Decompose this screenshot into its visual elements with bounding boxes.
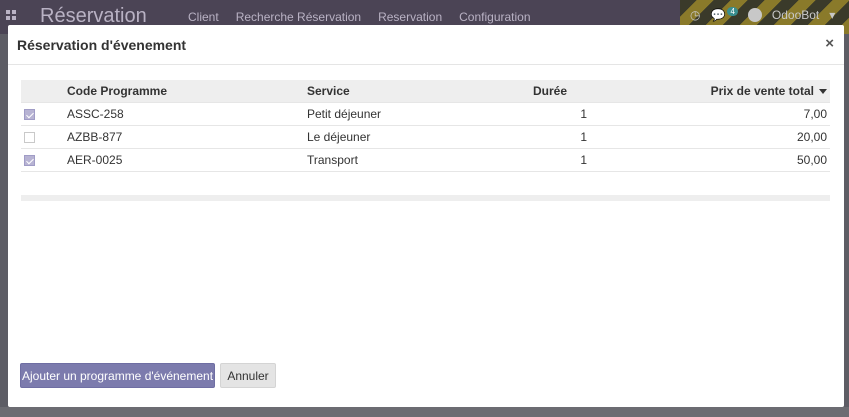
table-row[interactable]: ASSC-258 Petit déjeuner 1 7,00 <box>21 101 830 125</box>
column-header-service[interactable]: Service <box>307 80 527 102</box>
cell-service: Transport <box>307 147 527 172</box>
row-checkbox[interactable] <box>24 108 35 120</box>
select-all-header <box>21 80 67 102</box>
cancel-button[interactable]: Annuler <box>220 363 276 388</box>
row-select-cell <box>21 101 67 125</box>
table-row[interactable]: AZBB-877 Le déjeuner 1 20,00 <box>21 124 830 148</box>
chat-icon[interactable]: 💬 <box>710 8 725 22</box>
cell-service: Le déjeuner <box>307 124 527 148</box>
activity-icon[interactable]: ◷ <box>690 8 700 22</box>
row-checkbox[interactable] <box>24 154 35 166</box>
programme-table: Code Programme Service Durée Prix de ven… <box>21 80 830 172</box>
cell-duree: 1 <box>527 147 587 172</box>
row-checkbox[interactable] <box>24 131 35 143</box>
close-icon[interactable]: × <box>825 35 834 52</box>
cell-prix: 50,00 <box>587 147 830 172</box>
menu-item-client[interactable]: Client <box>188 10 219 24</box>
cell-code: ASSC-258 <box>67 101 307 125</box>
add-programme-button[interactable]: Ajouter un programme d'événement <box>20 363 215 388</box>
dialog-header: Réservation d'évenement × <box>8 25 844 65</box>
cell-code: AER-0025 <box>67 147 307 172</box>
avatar[interactable] <box>747 8 762 22</box>
menu-item-reservation[interactable]: Reservation <box>378 10 442 24</box>
cell-service: Petit déjeuner <box>307 101 527 125</box>
cell-code: AZBB-877 <box>67 124 307 148</box>
row-select-cell <box>21 124 67 148</box>
cell-duree: 1 <box>527 124 587 148</box>
table-footer <box>21 195 830 201</box>
table-header-row: Code Programme Service Durée Prix de ven… <box>21 80 830 102</box>
apps-grid-icon[interactable] <box>6 10 18 22</box>
chevron-down-icon[interactable]: ▾ <box>829 8 835 22</box>
sort-desc-icon <box>819 89 827 95</box>
menu-item-recherche-reservation[interactable]: Recherche Réservation <box>236 10 361 24</box>
cell-duree: 1 <box>527 101 587 125</box>
table-row[interactable]: AER-0025 Transport 1 50,00 <box>21 147 830 172</box>
dialog-title: Réservation d'évenement <box>17 37 187 53</box>
column-header-prix[interactable]: Prix de vente total <box>587 80 830 102</box>
background-content <box>0 407 849 417</box>
column-header-prix-label: Prix de vente total <box>710 83 814 98</box>
menu-item-configuration[interactable]: Configuration <box>459 10 530 24</box>
top-menu: Client Recherche Réservation Reservation… <box>188 10 531 24</box>
row-select-cell <box>21 147 67 172</box>
chat-counter-badge: 4 <box>727 6 738 16</box>
column-header-code[interactable]: Code Programme <box>67 80 307 102</box>
column-header-duree[interactable]: Durée <box>527 80 587 102</box>
cell-prix: 20,00 <box>587 124 830 148</box>
user-name[interactable]: OdooBot <box>772 8 819 22</box>
cell-prix: 7,00 <box>587 101 830 125</box>
reservation-dialog: Réservation d'évenement × Code Programme… <box>8 25 844 407</box>
systray: ◷ 💬 4 OdooBot ▾ <box>690 6 835 22</box>
